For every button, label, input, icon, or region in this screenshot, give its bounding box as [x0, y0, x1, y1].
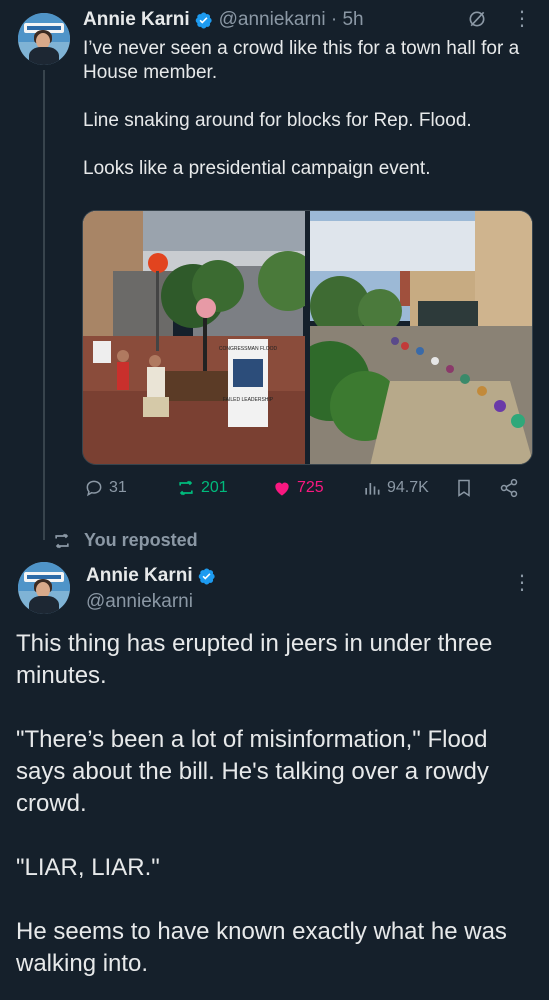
tweet-paragraph: Looks like a presidential campaign event…	[83, 158, 431, 179]
repost-button[interactable]: 201	[176, 478, 228, 498]
reply-icon	[86, 480, 102, 497]
share-icon	[500, 478, 518, 498]
tweet-media[interactable]: CONGRESSMAN FLOOD FAILED LEADERSHIP	[82, 210, 533, 465]
bookmark-button[interactable]	[454, 478, 474, 498]
bookmark-icon	[458, 479, 470, 497]
author-name[interactable]: Annie Karni	[83, 9, 190, 31]
author-handle[interactable]: @anniekarni	[86, 591, 193, 613]
tweet-text: This thing has erupted in jeers in under…	[16, 628, 536, 1000]
grok-icon[interactable]	[467, 9, 487, 29]
thread-connector-line	[43, 70, 45, 540]
like-button[interactable]: 725	[272, 478, 324, 498]
tweet-header: Annie Karni	[86, 565, 216, 587]
more-icon[interactable]: ⋮	[512, 573, 532, 593]
protest-photo[interactable]: CONGRESSMAN FLOOD FAILED LEADERSHIP	[83, 211, 305, 464]
tweet-actions: 31 201 725 94.7K	[84, 478, 530, 504]
reply-count: 31	[109, 479, 127, 496]
sign-bottom-text: FAILED LEADERSHIP	[223, 397, 274, 403]
tweet-paragraph: "There’s been a lot of misinformation," …	[16, 726, 489, 817]
more-icon[interactable]: ⋮	[512, 9, 532, 29]
handle-and-time[interactable]: @anniekarni · 5h	[219, 9, 364, 31]
views-icon	[365, 483, 380, 495]
tweet-paragraph: "LIAR, LIAR."	[16, 854, 160, 881]
repost-indicator-icon	[55, 533, 69, 548]
author-avatar[interactable]	[18, 562, 70, 614]
repost-label[interactable]: You reposted	[84, 530, 198, 551]
tweet-header: Annie Karni @anniekarni · 5h	[83, 9, 364, 31]
author-avatar[interactable]	[18, 13, 70, 65]
tweet-paragraph: Line snaking around for blocks for Rep. …	[83, 110, 472, 131]
like-count: 725	[297, 479, 324, 496]
repost-indicator: You reposted	[52, 530, 198, 551]
like-icon	[275, 482, 289, 496]
tweet-paragraph: He seems to have known exactly what he w…	[16, 918, 507, 977]
tweet-text: I’ve never seen a crowd like this for a …	[83, 37, 533, 205]
tweet-paragraph: I’ve never seen a crowd like this for a …	[83, 38, 520, 83]
reply-button[interactable]: 31	[84, 478, 127, 498]
verified-badge-icon	[195, 12, 212, 28]
views-button[interactable]: 94.7K	[362, 478, 429, 498]
views-count: 94.7K	[387, 479, 429, 496]
crowd-line-photo[interactable]	[310, 211, 532, 464]
repost-count: 201	[201, 479, 228, 496]
author-name[interactable]: Annie Karni	[86, 565, 193, 587]
repost-icon	[179, 480, 193, 496]
share-button[interactable]	[499, 478, 519, 498]
verified-badge-icon	[198, 568, 215, 584]
sign-top-text: CONGRESSMAN FLOOD	[219, 346, 278, 352]
tweet-paragraph: This thing has erupted in jeers in under…	[16, 630, 493, 689]
